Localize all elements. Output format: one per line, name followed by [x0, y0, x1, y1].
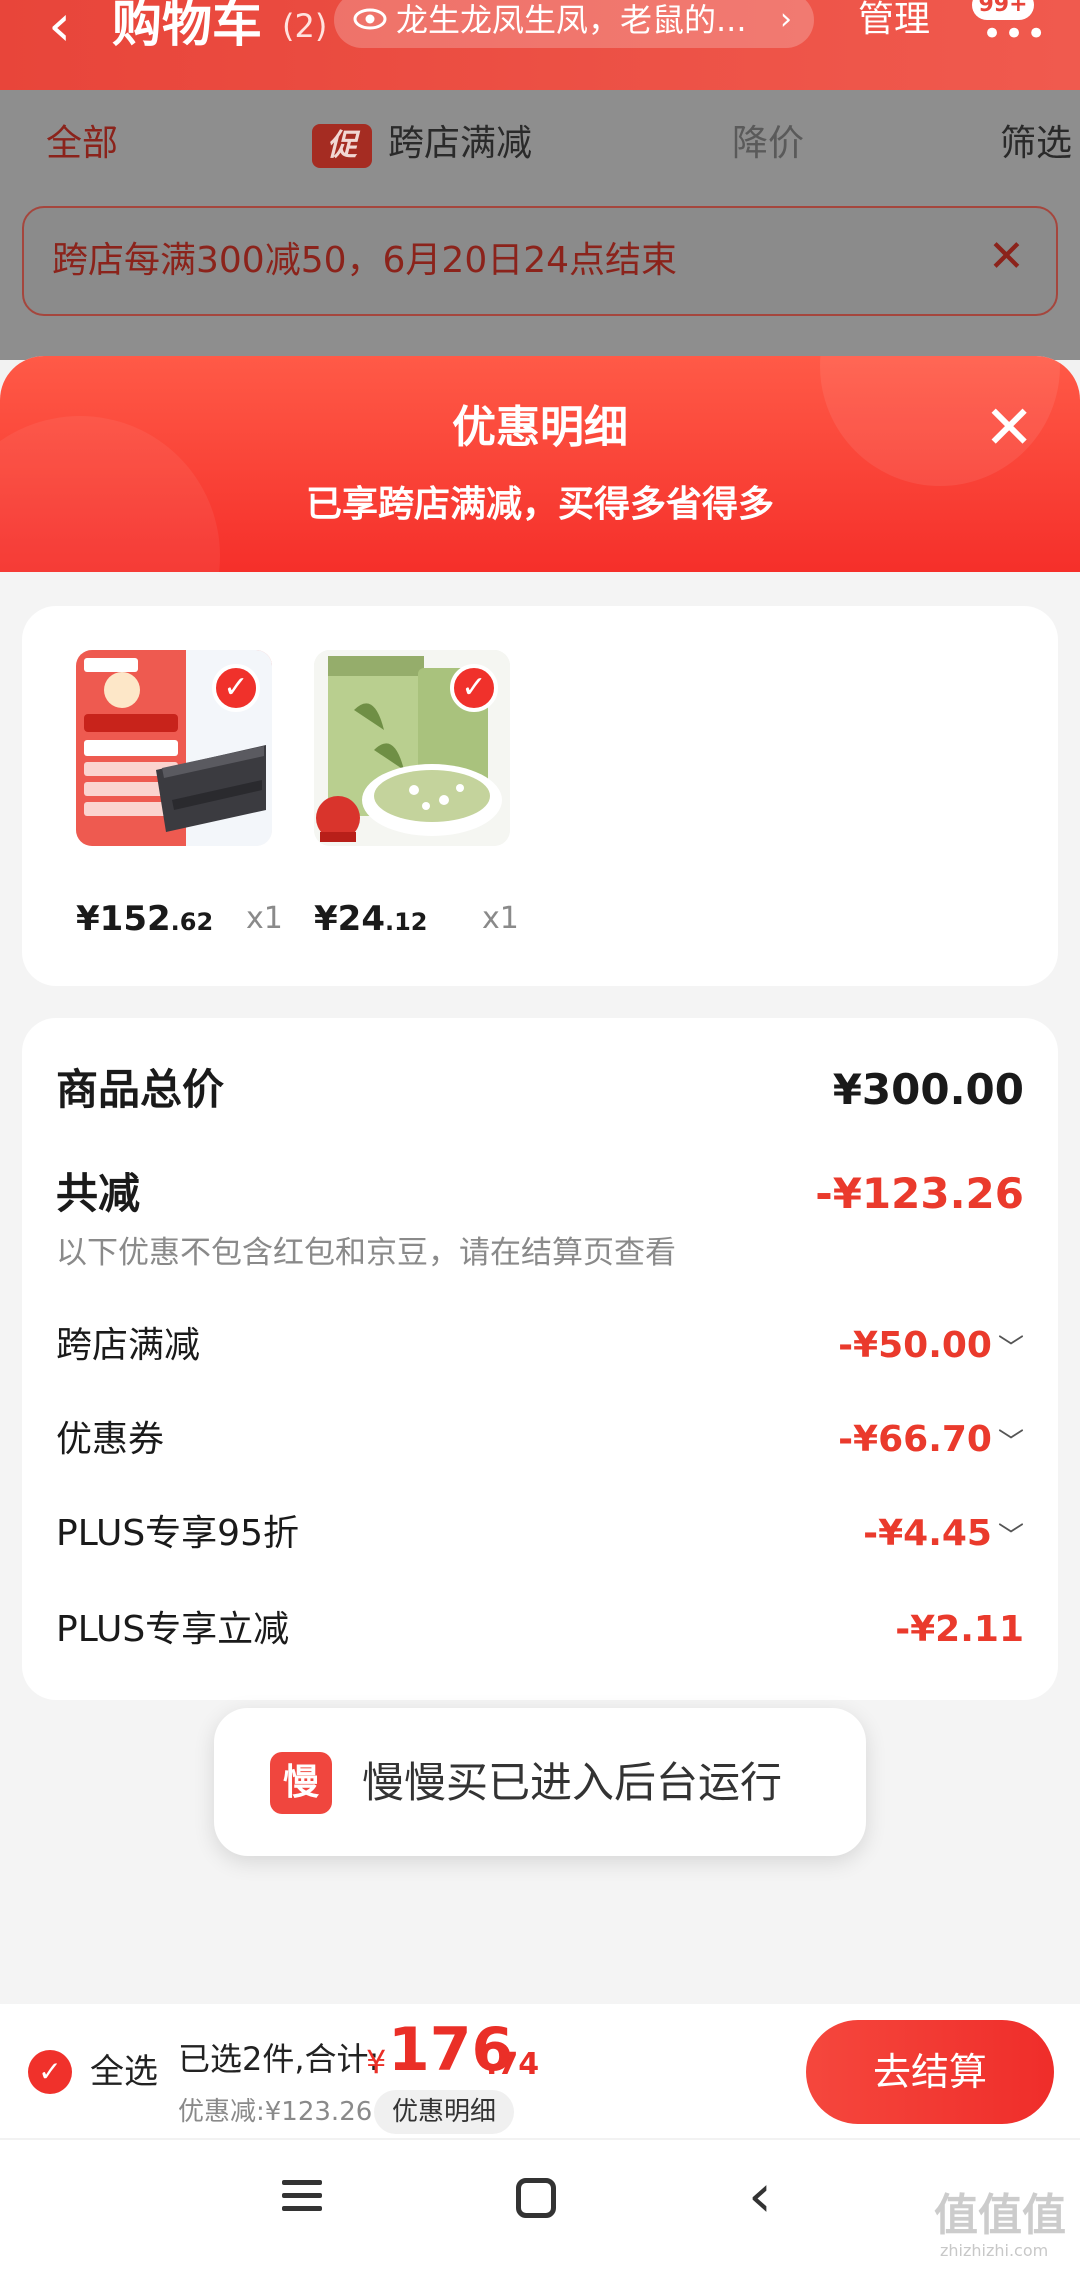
- tab-cross-store[interactable]: 跨店满减: [388, 90, 532, 198]
- chevron-down-icon: ﹀: [997, 1522, 1024, 1552]
- product-checkbox[interactable]: ✓: [212, 664, 260, 712]
- detail-row-label[interactable]: 跨店满减: [56, 1316, 200, 1376]
- home-icon[interactable]: [516, 2178, 556, 2218]
- promo-notice-text: 跨店每满300减50，6月20日24点结束: [52, 240, 678, 281]
- eye-icon: [353, 8, 387, 30]
- product-price: ¥152.62: [76, 899, 214, 939]
- toast-text: 慢慢买已进入后台运行: [362, 1758, 783, 1807]
- manage-button[interactable]: 管理: [858, 0, 930, 42]
- chevron-down-icon: ﹀: [997, 1428, 1024, 1458]
- search-placeholder[interactable]: 龙生龙凤生凤，老鼠的...: [396, 0, 766, 42]
- total-value: ¥300.00: [832, 1065, 1024, 1114]
- cart-count: (2): [282, 7, 328, 45]
- total-label: 商品总价: [56, 1065, 225, 1114]
- more-icon[interactable]: •••: [982, 14, 1048, 54]
- close-icon[interactable]: ✕: [984, 398, 1034, 458]
- close-icon[interactable]: ✕: [988, 232, 1025, 282]
- detail-row-label[interactable]: 优惠券: [56, 1410, 164, 1470]
- sheet-title: 优惠明细: [452, 402, 628, 453]
- tab-price-drop[interactable]: 降价: [732, 90, 804, 198]
- filter-button[interactable]: 筛选: [1000, 90, 1072, 198]
- select-all-checkbox[interactable]: ✓: [28, 2050, 72, 2094]
- detail-row-label[interactable]: PLUS专享95折: [56, 1504, 299, 1564]
- product-price: ¥24.12: [314, 899, 428, 939]
- sheet-header: [0, 356, 1080, 572]
- back-icon[interactable]: ‹: [748, 2166, 772, 2226]
- total-currency: ¥: [366, 2043, 387, 2081]
- checkout-button[interactable]: 去结算: [806, 2020, 1054, 2124]
- sheet-subtitle: 已享跨店满减，买得多省得多: [305, 484, 774, 525]
- watermark: 值值值: [934, 2190, 1066, 2241]
- chevron-right-icon: ›: [780, 2, 792, 37]
- detail-row-value[interactable]: -¥66.70 ﹀: [838, 1410, 1024, 1473]
- back-icon[interactable]: ‹: [48, 0, 71, 54]
- summary-label: 已选2件,合计:: [178, 2040, 380, 2078]
- tab-all[interactable]: 全部: [46, 90, 118, 198]
- saved-amount: 优惠减:¥123.26: [178, 2097, 373, 2127]
- product-checkbox[interactable]: ✓: [450, 664, 498, 712]
- app-icon: 慢: [270, 1752, 332, 1814]
- detail-row-value[interactable]: -¥50.00 ﹀: [838, 1316, 1024, 1379]
- detail-row-value: -¥2.11: [895, 1609, 1024, 1650]
- total-price-dec: .74: [486, 2047, 540, 2082]
- select-all-label[interactable]: 全选: [90, 2050, 158, 2094]
- page-title: 购物车: [112, 0, 262, 53]
- watermark-url: zhizhizhi.com: [940, 2241, 1049, 2260]
- detail-row-label: PLUS专享立减: [56, 1609, 290, 1650]
- promo-icon: 促: [312, 124, 372, 168]
- detail-row-value[interactable]: -¥4.45 ﹀: [863, 1504, 1024, 1567]
- chevron-down-icon: ﹀: [997, 1334, 1024, 1364]
- product-quantity: x1: [246, 901, 283, 936]
- discount-note: 以下优惠不包含红包和京豆，请在结算页查看: [56, 1235, 676, 1271]
- menu-icon[interactable]: [280, 2176, 324, 2216]
- discount-label: 共减: [56, 1169, 141, 1218]
- product-quantity: x1: [482, 901, 519, 936]
- discount-value: -¥123.26: [815, 1169, 1024, 1218]
- discount-detail-button[interactable]: 优惠明细: [374, 2090, 514, 2134]
